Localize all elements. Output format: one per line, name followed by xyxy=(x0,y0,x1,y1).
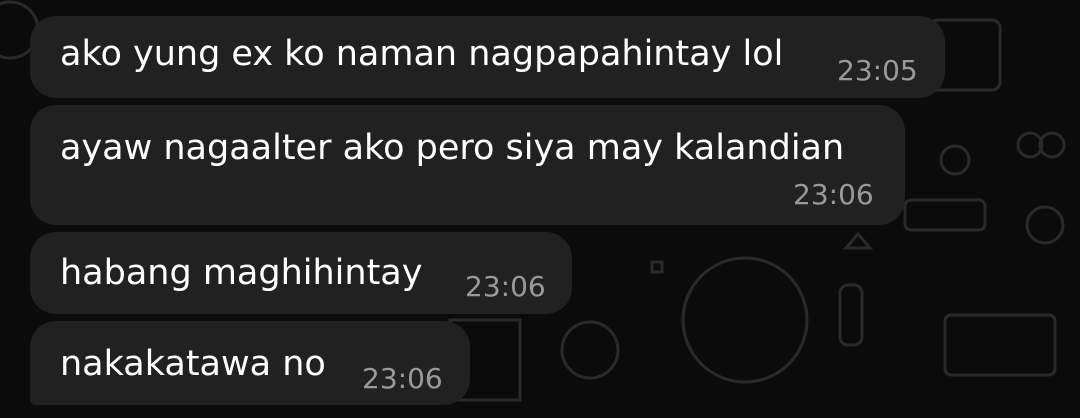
message-bubble[interactable]: habang maghihintay 23:06 xyxy=(30,232,572,314)
message-timestamp: 23:06 xyxy=(362,362,443,395)
lever-icon xyxy=(838,283,864,347)
message-bubble[interactable]: ako yung ex ko naman nagpapahintay lol 2… xyxy=(30,16,945,98)
message-text: ayaw nagaalter ako pero siya may kalandi… xyxy=(60,128,845,168)
cherry-icon-2 xyxy=(1038,131,1066,159)
message-text: nakakatawa no xyxy=(60,344,326,384)
message-timestamp: 23:06 xyxy=(793,178,874,211)
cherry-icon xyxy=(1016,131,1044,159)
message-timestamp: 23:05 xyxy=(837,54,918,87)
message-bubble[interactable]: ayaw nagaalter ako pero siya may kalandi… xyxy=(30,105,905,225)
square-icon xyxy=(650,260,664,274)
joystick-icon xyxy=(939,144,971,176)
message-text: ako yung ex ko naman nagpapahintay lol xyxy=(60,34,784,74)
steering-wheel-icon xyxy=(681,256,809,384)
message-text: habang maghihintay xyxy=(60,253,423,293)
magnifier-icon xyxy=(1025,205,1065,245)
message-bubble[interactable]: nakakatawa no 23:06 xyxy=(30,321,470,405)
gamepad-icon xyxy=(560,320,620,380)
message-timestamp: 23:06 xyxy=(465,270,546,303)
console-icon xyxy=(943,313,1057,377)
triangle-icon xyxy=(842,231,874,250)
joystick-base-icon xyxy=(903,198,987,232)
